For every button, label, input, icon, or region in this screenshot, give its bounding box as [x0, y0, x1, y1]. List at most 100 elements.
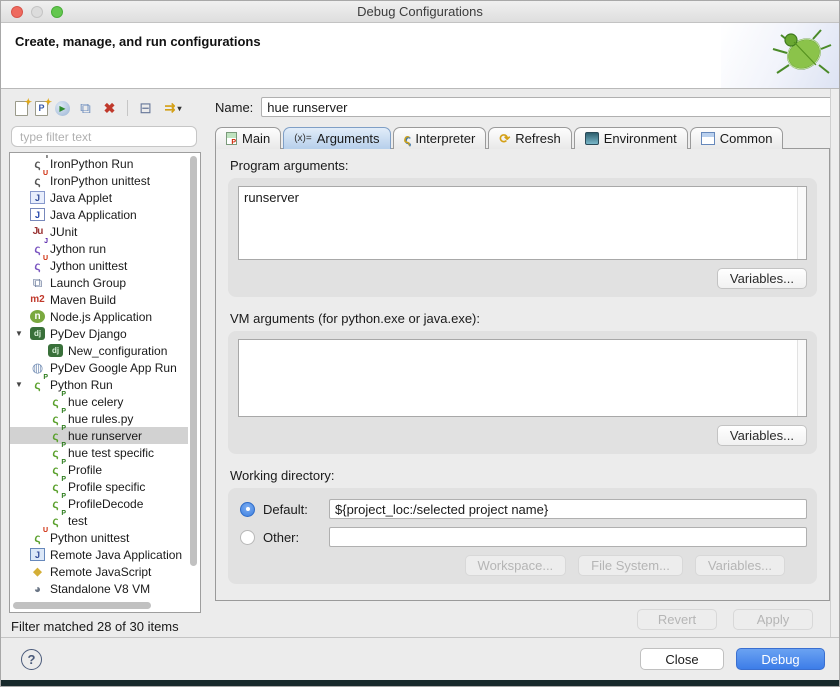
- tree-item-label: IronPython Run: [50, 157, 133, 171]
- tree-item[interactable]: ◕Standalone V8 VM: [10, 580, 188, 597]
- expand-caret-icon[interactable]: ▼: [15, 380, 23, 389]
- collapse-all-icon[interactable]: ⊟: [137, 100, 154, 117]
- file-system-button[interactable]: File System...: [578, 555, 683, 576]
- filter-icon[interactable]: ⇉: [161, 100, 185, 117]
- tree-item[interactable]: JRemote Java Application: [10, 546, 188, 563]
- tree-item[interactable]: m2Maven Build: [10, 291, 188, 308]
- filter-input[interactable]: [11, 126, 197, 147]
- tree-item[interactable]: ςPhue celery: [10, 393, 188, 410]
- close-button[interactable]: Close: [640, 648, 724, 670]
- config-tree: ςIIronPython RunςUIronPython unittestJJa…: [10, 155, 188, 600]
- default-radio[interactable]: [240, 502, 255, 517]
- filter-status-text: Filter matched 28 of 30 items: [9, 613, 203, 637]
- tree-item[interactable]: ςI IronPython Run: [10, 155, 188, 172]
- tree-vertical-scrollbar[interactable]: [188, 154, 199, 600]
- tree-item[interactable]: ςPhue test specific: [10, 444, 188, 461]
- tab-common[interactable]: Common: [690, 127, 784, 149]
- ironpython-run-icon: ςI: [30, 157, 45, 171]
- tree-item[interactable]: ςUIronPython unittest: [10, 172, 188, 189]
- textarea-scrollbar-track[interactable]: [797, 187, 806, 259]
- other-radio[interactable]: [240, 530, 255, 545]
- tab-label: Main: [242, 131, 270, 146]
- tree-item[interactable]: ςUJython unittest: [10, 257, 188, 274]
- tab-environment[interactable]: Environment: [574, 127, 688, 149]
- dialog-header: Create, manage, and run configurations: [1, 23, 839, 89]
- tree-item[interactable]: nNode.js Application: [10, 308, 188, 325]
- configurations-tree-box: ςIIronPython RunςUIronPython unittestJJa…: [9, 152, 201, 613]
- tree-item[interactable]: djNew_configuration: [10, 342, 188, 359]
- tab-refresh[interactable]: ⟳Refresh: [488, 127, 571, 149]
- remote-java-application-icon: J: [30, 548, 45, 561]
- new-prototype-icon[interactable]: P: [35, 101, 48, 116]
- common-tab-icon: [701, 132, 715, 145]
- tree-item[interactable]: ςPProfileDecode: [10, 495, 188, 512]
- tree-item[interactable]: JJava Application: [10, 206, 188, 223]
- other-directory-input[interactable]: [329, 527, 807, 547]
- tree-item[interactable]: JuJUnit: [10, 223, 188, 240]
- tree-item[interactable]: ςPtest: [10, 512, 188, 529]
- tree-item[interactable]: ςPhue rules.py: [10, 410, 188, 427]
- tree-horizontal-scrollbar[interactable]: [11, 601, 188, 611]
- revert-button[interactable]: Revert: [637, 609, 717, 630]
- tree-item-label: Python Run: [50, 378, 113, 392]
- standalone-v8-vm-icon: ◕: [30, 582, 45, 596]
- tree-item-label: Maven Build: [50, 293, 116, 307]
- tree-item[interactable]: ⧉Launch Group: [10, 274, 188, 291]
- tree-item[interactable]: ςPhue runserver: [10, 427, 188, 444]
- help-button[interactable]: ?: [21, 649, 42, 670]
- pydev-google-app-icon: ◍: [30, 361, 45, 375]
- apply-button[interactable]: Apply: [733, 609, 813, 630]
- new-configuration-icon[interactable]: [15, 101, 28, 116]
- default-directory-input[interactable]: [329, 499, 807, 519]
- python-run-icon: ςP: [48, 395, 63, 409]
- duplicate-icon[interactable]: ⧉: [77, 100, 94, 117]
- name-input[interactable]: [261, 97, 833, 117]
- vm-arguments-textarea[interactable]: [239, 340, 806, 416]
- program-arguments-variables-button[interactable]: Variables...: [717, 268, 807, 289]
- expand-caret-icon[interactable]: ▼: [15, 329, 23, 338]
- titlebar[interactable]: Debug Configurations: [1, 1, 839, 23]
- tree-item-label: Java Application: [50, 208, 137, 222]
- minimize-window-icon[interactable]: [31, 6, 43, 18]
- python-run-icon: ςP: [48, 480, 63, 494]
- tab-interpreter[interactable]: ςInterpreter: [393, 127, 487, 149]
- right-panel: Name: Main (x)=ArgumentsςInterpreter⟳Refr…: [207, 89, 839, 637]
- tab-bar: Main (x)=ArgumentsςInterpreter⟳RefreshEnv…: [215, 126, 835, 149]
- tree-item[interactable]: ςJJython run: [10, 240, 188, 257]
- tree-item[interactable]: ςUPython unittest: [10, 529, 188, 546]
- python-run-icon: ςP: [48, 497, 63, 511]
- remote-javascript-icon: ◆: [30, 565, 45, 579]
- delete-icon[interactable]: ✖: [101, 100, 118, 117]
- name-label: Name:: [215, 100, 253, 115]
- export-launch-icon[interactable]: ▶: [55, 101, 70, 116]
- tree-item-label: hue rules.py: [68, 412, 133, 426]
- textarea-scrollbar-track[interactable]: [797, 340, 806, 416]
- jython-unittest-icon: ςU: [30, 259, 45, 273]
- tree-item-label: Profile: [68, 463, 102, 477]
- tree-item[interactable]: ▼djPyDev Django: [10, 325, 188, 342]
- tree-item[interactable]: ▼ςPPython Run: [10, 376, 188, 393]
- zoom-window-icon[interactable]: [51, 6, 63, 18]
- tree-item[interactable]: ◆Remote JavaScript: [10, 563, 188, 580]
- ironpython-unittest-icon: ςU: [30, 174, 45, 188]
- debug-button[interactable]: Debug: [736, 648, 825, 670]
- tree-item[interactable]: ςPProfile specific: [10, 478, 188, 495]
- variables-button[interactable]: Variables...: [695, 555, 785, 576]
- vm-arguments-label: VM arguments (for python.exe or java.exe…: [230, 311, 817, 326]
- close-window-icon[interactable]: [11, 6, 23, 18]
- tab-arguments[interactable]: (x)=Arguments: [283, 127, 390, 149]
- program-arguments-textarea[interactable]: runserver: [239, 187, 806, 259]
- java-applet-icon: J: [30, 191, 45, 204]
- tree-item[interactable]: ◍PyDev Google App Run: [10, 359, 188, 376]
- environment-tab-icon: [585, 132, 599, 145]
- python-unittest-icon: ςU: [30, 531, 45, 545]
- workspace-button[interactable]: Workspace...: [465, 555, 567, 576]
- debug-configurations-dialog: Debug Configurations Create, manage, and…: [0, 0, 840, 687]
- tree-item-label: JUnit: [50, 225, 77, 239]
- vm-arguments-variables-button[interactable]: Variables...: [717, 425, 807, 446]
- tab-main[interactable]: Main: [215, 127, 281, 149]
- right-scrollbar-track[interactable]: [830, 89, 839, 637]
- tree-item[interactable]: JJava Applet: [10, 189, 188, 206]
- tree-item-label: hue runserver: [68, 429, 142, 443]
- tree-item[interactable]: ςPProfile: [10, 461, 188, 478]
